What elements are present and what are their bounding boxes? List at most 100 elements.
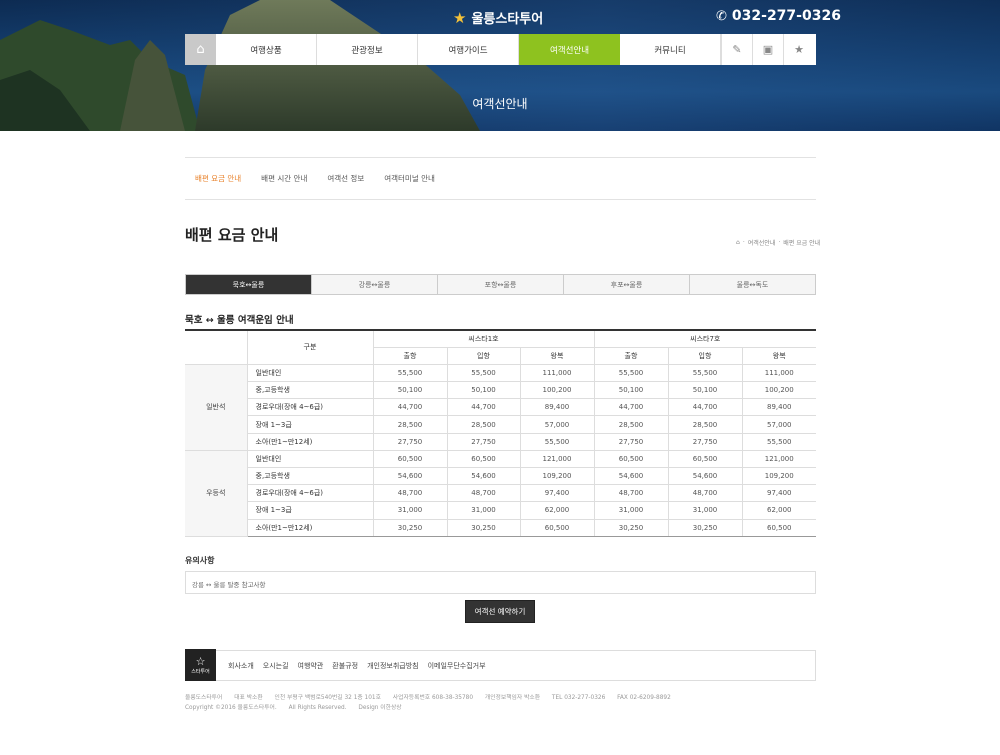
col-roundtrip: 왕복	[741, 346, 816, 365]
gnb-menu-sights[interactable]: 관광정보	[317, 34, 418, 65]
hero-banner: ★ 울릉스타투어 ✆ 032-277-0326 ⌂ 여행상품 관광정보 여행가이…	[0, 0, 1000, 131]
footer-link-terms[interactable]: 여행약관	[298, 661, 324, 671]
col-depart: 출항	[372, 346, 448, 365]
fare-cell: 60,500	[372, 449, 448, 469]
table-row: 우등석 일반대인 60,500 60,500 121,000 60,500 60,500 12…	[185, 449, 816, 537]
fare-cell: 31,000	[446, 501, 521, 520]
global-nav: ⌂ 여행상품 관광정보 여행가이드 여객선안내 커뮤니티 ✎ ▣ ★	[185, 34, 816, 65]
breadcrumb-item[interactable]: 여객선안내	[748, 238, 776, 247]
breadcrumb-item: 배편 요금 안내	[783, 240, 821, 247]
footer-link-location[interactable]: 오시는길	[263, 661, 289, 671]
hero-title: 여객선안내	[472, 97, 528, 111]
home-icon[interactable]: ⌂	[736, 239, 740, 246]
col-arrive: 입항	[446, 346, 521, 365]
fare-cell: 55,500	[667, 363, 743, 383]
site-logo[interactable]: ★ 울릉스타투어	[453, 8, 544, 28]
footer-rights: All Rights Reserved.	[288, 705, 347, 711]
tab-ulleung-dokdo[interactable]: 울릉↔독도	[690, 275, 815, 294]
fare-cell: 97,400	[519, 484, 595, 503]
fare-cell: 89,400	[519, 398, 595, 417]
tab-pohang-ulleung[interactable]: 포항↔울릉	[438, 275, 564, 294]
logo-text: 울릉스타투어	[471, 12, 544, 27]
section-title: 묵호 ↔ 울릉 여객운임 안내	[185, 315, 294, 326]
phone-icon: ✆	[716, 8, 727, 24]
fare-cell: 28,500	[446, 415, 521, 434]
calendar-icon[interactable]: ▣	[752, 34, 783, 65]
footer-links: 회사소개 오시는길 여행약관 환불규정 개인정보취급방침 이메일무단수집거부	[228, 661, 486, 671]
home-button[interactable]: ⌂	[185, 34, 216, 65]
gnb-menu-guide[interactable]: 여행가이드	[418, 34, 519, 65]
fare-table: 구분 씨스타1호 씨스타7호 출항 입항 왕복 출항 입항 왕복 일반석 일반대인…	[185, 329, 816, 537]
passenger-type: 일반대인	[246, 449, 374, 469]
fare-cell: 60,500	[741, 518, 816, 537]
subnav-fare[interactable]: 배편 요금 안내	[195, 173, 241, 184]
footer-copyright: Copyright ©2016 울릉도스타투어.	[185, 705, 277, 711]
edit-icon[interactable]: ✎	[721, 34, 752, 65]
passenger-type: 장애 1~3급	[246, 501, 374, 520]
subnav-ship-info[interactable]: 여객선 정보	[327, 173, 364, 184]
fare-cell: 60,500	[593, 449, 669, 469]
subnav-schedule[interactable]: 배편 시간 안내	[261, 173, 307, 184]
page-title: 배편 요금 안내	[185, 226, 279, 244]
fare-cell: 48,700	[593, 484, 669, 503]
fare-cell: 55,500	[741, 432, 816, 451]
tab-mukho-ulleung[interactable]: 묵호↔울릉	[186, 275, 312, 294]
col-roundtrip: 왕복	[519, 346, 595, 365]
sub-nav: 배편 요금 안내 배편 시간 안내 여객선 정보 여객터미널 안내	[185, 157, 816, 200]
fare-cell: 111,000	[519, 363, 595, 383]
gnb-menu-community[interactable]: 커뮤니티	[620, 34, 721, 65]
fare-cell: 27,750	[667, 432, 743, 451]
footer-info-fax: FAX 02-6209-8892	[617, 695, 671, 701]
fare-cell: 27,750	[593, 432, 669, 451]
fare-cell: 100,200	[741, 381, 816, 400]
passenger-type: 경로우대(장애 4~6급)	[246, 398, 374, 417]
footer-info-tel: TEL 032-277-0326	[551, 695, 606, 701]
reserve-ferry-button[interactable]: 여객선 예약하기	[465, 600, 535, 623]
fare-cell: 50,100	[667, 381, 743, 400]
fare-cell: 28,500	[667, 415, 743, 434]
passenger-type: 경로우대(장애 4~6급)	[246, 484, 374, 503]
table-row: 소아(만1~만12세) 27,750 27,750 55,500 27,750 27,75…	[185, 432, 816, 451]
table-row: 경로우대(장애 4~6급) 44,700 44,700 89,400 44,700 44,…	[185, 398, 816, 417]
gnb-menu-ferry[interactable]: 여객선안내	[519, 34, 620, 65]
passenger-type: 일반대인	[246, 363, 374, 383]
footer-info-privacy-officer: 개인정보책임자 박소환	[484, 695, 541, 701]
footer-info: 울릉도스타투어 대표 박소환 인천 부평구 백범로540번길 32 1층 101…	[185, 693, 681, 713]
fare-cell: 54,600	[593, 466, 669, 486]
fare-cell: 57,000	[741, 415, 816, 434]
fare-cell: 30,250	[372, 518, 448, 537]
footer-link-privacy[interactable]: 개인정보취급방침	[367, 661, 419, 671]
footer-link-email-policy[interactable]: 이메일무단수집거부	[428, 661, 486, 671]
fare-cell: 27,750	[372, 432, 448, 451]
fare-cell: 44,700	[446, 398, 521, 417]
fare-cell: 48,700	[667, 484, 743, 503]
fare-cell: 62,000	[741, 501, 816, 520]
table-head-label: 구분	[246, 329, 374, 365]
passenger-type: 소아(만1~만12세)	[246, 432, 374, 451]
fare-cell: 89,400	[741, 398, 816, 417]
tab-hupo-ulleung[interactable]: 후포↔울릉	[564, 275, 690, 294]
footer-logo[interactable]: ☆ 스타투어	[185, 649, 216, 681]
footer-link-refund[interactable]: 환불규정	[332, 661, 358, 671]
star-icon[interactable]: ★	[783, 34, 814, 65]
fare-cell: 44,700	[667, 398, 743, 417]
fare-cell: 100,200	[519, 381, 595, 400]
subnav-terminal[interactable]: 여객터미널 안내	[384, 173, 435, 184]
table-row: 경로우대(장애 4~6급) 48,700 48,700 97,400 48,700 48,…	[185, 484, 816, 503]
fare-cell: 28,500	[593, 415, 669, 434]
footer-bar: ☆ 스타투어 회사소개 오시는길 여행약관 환불규정 개인정보취급방침 이메일무…	[185, 649, 816, 681]
notice-title: 유의사항	[185, 556, 215, 565]
footer-link-about[interactable]: 회사소개	[228, 661, 254, 671]
tab-gangneung-ulleung[interactable]: 강릉↔울릉	[312, 275, 438, 294]
fare-cell: 54,600	[446, 466, 521, 486]
col-arrive: 입항	[667, 346, 743, 365]
fare-cell: 50,100	[446, 381, 521, 400]
seat-class: 일반석	[185, 363, 248, 451]
footer-info-ceo: 대표 박소환	[234, 695, 263, 701]
breadcrumb: ⌂ · 여객선안내 · 배편 요금 안내	[736, 238, 821, 247]
home-icon: ⌂	[196, 42, 205, 57]
ship-header-2: 씨스타7호	[593, 329, 816, 348]
fare-cell: 54,600	[372, 466, 448, 486]
phone-text: 032-277-0326	[731, 8, 841, 24]
gnb-menu-tour[interactable]: 여행상품	[216, 34, 317, 65]
